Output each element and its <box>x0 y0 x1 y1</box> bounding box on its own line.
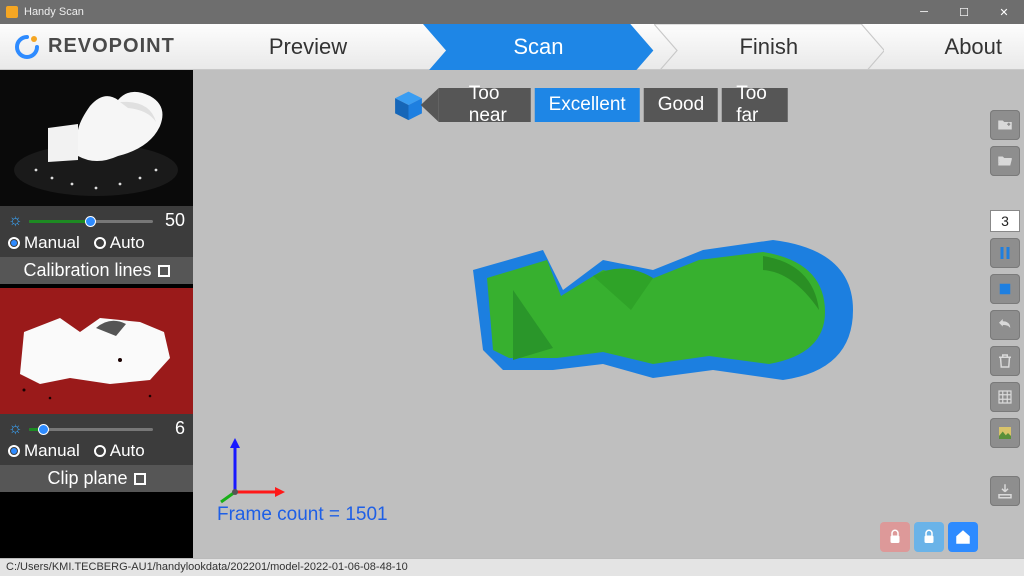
lock-red-icon[interactable] <box>880 522 910 552</box>
lock-blue-icon[interactable] <box>914 522 944 552</box>
status-path: C:/Users/KMI.TECBERG-AU1/handylookdata/2… <box>6 561 408 573</box>
distance-excellent: Excellent <box>535 88 640 122</box>
depth-preview <box>0 288 193 414</box>
axis-gizmo <box>217 434 287 504</box>
depth-mode-manual[interactable]: Manual <box>8 441 80 461</box>
brand-logo: REVOPOINT <box>0 24 193 69</box>
distance-good: Good <box>644 88 718 122</box>
app-icon <box>6 6 18 18</box>
logo-icon <box>14 34 40 60</box>
exposure-slider[interactable] <box>29 214 153 228</box>
scan-model <box>453 200 873 420</box>
depth-mode-auto[interactable]: Auto <box>94 441 145 461</box>
frame-count: Frame count = 1501 <box>217 504 388 526</box>
open-folder-button[interactable] <box>990 146 1020 176</box>
new-folder-button[interactable] <box>990 110 1020 140</box>
cube-icon <box>391 86 425 124</box>
calibration-checkbox[interactable] <box>158 265 170 277</box>
stop-button[interactable] <box>990 274 1020 304</box>
right-toolbar: 3 <box>986 70 1024 558</box>
depth-mode-row: Manual Auto <box>0 441 193 465</box>
delete-button[interactable] <box>990 346 1020 376</box>
close-button[interactable]: ✕ <box>984 0 1024 24</box>
maximize-button[interactable]: ☐ <box>944 0 984 24</box>
pause-button[interactable] <box>990 238 1020 268</box>
nav-scan[interactable]: Scan <box>423 24 653 69</box>
depth-value: 6 <box>159 418 185 439</box>
frame-counter-input[interactable]: 3 <box>990 210 1020 232</box>
top-nav: REVOPOINT Preview Scan Finish About <box>0 24 1024 70</box>
minimize-button[interactable]: ─ <box>904 0 944 24</box>
status-bar: C:/Users/KMI.TECBERG-AU1/handylookdata/2… <box>0 558 1024 576</box>
depth-panel: ☼ 6 Manual Auto Clip plane <box>0 288 193 492</box>
exposure-value: 50 <box>159 210 185 231</box>
nav-finish[interactable]: Finish <box>654 24 884 69</box>
export-button[interactable] <box>990 476 1020 506</box>
distance-too-near: Too near <box>439 88 531 122</box>
window-title: Handy Scan <box>24 6 84 18</box>
window-titlebar: Handy Scan ─ ☐ ✕ <box>0 0 1024 24</box>
scan-viewport[interactable]: Too near Excellent Good Too far Frame co… <box>193 70 986 558</box>
brightness-icon: ☼ <box>8 420 23 438</box>
distance-segments: Too near Excellent Good Too far <box>439 88 788 122</box>
distance-too-far: Too far <box>722 88 788 122</box>
viewport-corner-icons <box>880 522 978 552</box>
left-sidebar: ☼ 50 Manual Auto Calibration lines <box>0 70 193 558</box>
clip-plane-checkbox[interactable] <box>134 473 146 485</box>
exposure-mode-manual[interactable]: Manual <box>8 233 80 253</box>
home-icon[interactable] <box>948 522 978 552</box>
undo-button[interactable] <box>990 310 1020 340</box>
texture-button[interactable] <box>990 418 1020 448</box>
main-area: ☼ 50 Manual Auto Calibration lines <box>0 70 1024 558</box>
brightness-icon: ☼ <box>8 212 23 230</box>
calibration-lines-row[interactable]: Calibration lines <box>0 257 193 284</box>
nav-preview[interactable]: Preview <box>193 24 423 69</box>
depth-slider[interactable] <box>29 422 153 436</box>
camera-panel: ☼ 50 Manual Auto Calibration lines <box>0 70 193 284</box>
grid-button[interactable] <box>990 382 1020 412</box>
exposure-mode-auto[interactable]: Auto <box>94 233 145 253</box>
camera-preview <box>0 70 193 206</box>
nav-about[interactable]: About <box>884 24 1024 69</box>
clip-plane-row[interactable]: Clip plane <box>0 465 193 492</box>
brand-name: REVOPOINT <box>48 35 175 58</box>
exposure-slider-row: ☼ 50 <box>0 206 193 233</box>
distance-indicator: Too near Excellent Good Too far <box>391 86 788 124</box>
depth-slider-row: ☼ 6 <box>0 414 193 441</box>
exposure-mode-row: Manual Auto <box>0 233 193 257</box>
